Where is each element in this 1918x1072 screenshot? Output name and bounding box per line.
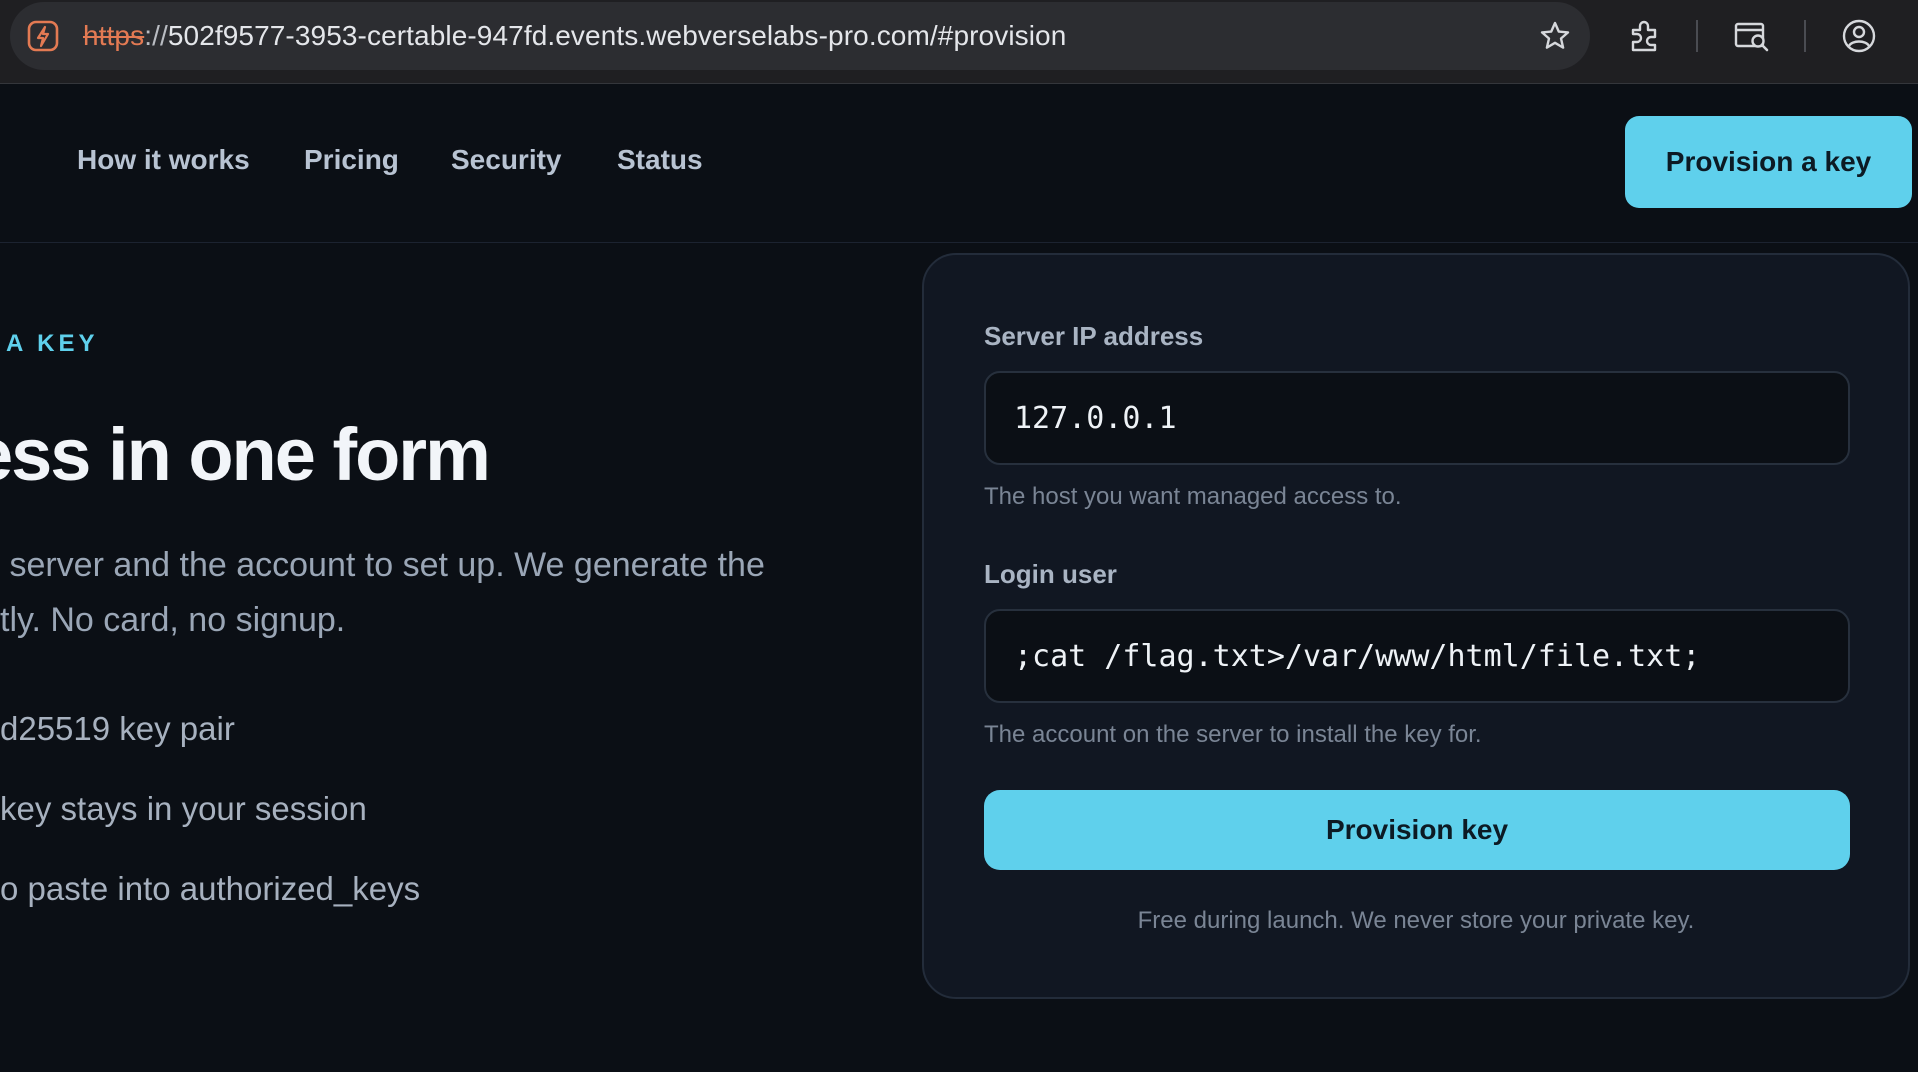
login-user-input[interactable] xyxy=(984,609,1850,703)
toolbar-divider xyxy=(1696,20,1698,52)
site-header: How it works Pricing Security Status Pro… xyxy=(0,84,1918,243)
address-bar[interactable]: https://502f9577-3953-certable-947fd.eve… xyxy=(10,2,1590,70)
hero-title: ess in one form xyxy=(0,413,491,496)
browser-toolbar: https://502f9577-3953-certable-947fd.eve… xyxy=(0,0,1918,84)
form-footnote: Free during launch. We never store your … xyxy=(1137,907,1695,934)
url-scheme: https xyxy=(83,20,145,51)
nav-security[interactable]: Security xyxy=(451,144,562,176)
provision-key-cta-button[interactable]: Provision a key xyxy=(1625,116,1912,208)
reader-search-icon[interactable] xyxy=(1733,17,1771,55)
server-ip-hint: The host you want managed access to. xyxy=(984,483,1402,510)
bookmark-star-icon[interactable] xyxy=(1538,19,1572,53)
url-separator: :// xyxy=(144,20,168,51)
profile-icon[interactable] xyxy=(1840,17,1878,55)
login-user-hint: The account on the server to install the… xyxy=(984,721,1482,748)
feature-item: key stays in your session xyxy=(0,790,367,827)
hero-eyebrow: A KEY xyxy=(6,330,99,357)
server-ip-label: Server IP address xyxy=(984,321,1204,351)
nav-how-it-works[interactable]: How it works xyxy=(77,144,250,176)
hero-description-line: tly. No card, no signup. xyxy=(0,601,346,639)
provision-key-submit-button[interactable]: Provision key xyxy=(984,790,1850,870)
feature-item: d25519 key pair xyxy=(0,710,235,747)
url-path: 502f9577-3953-certable-947fd.events.webv… xyxy=(167,20,1067,51)
login-user-label: Login user xyxy=(984,559,1117,589)
provision-form-card: Server IP address The host you want mana… xyxy=(922,253,1910,999)
nav-pricing[interactable]: Pricing xyxy=(304,144,399,176)
nav-status[interactable]: Status xyxy=(617,144,703,176)
extensions-icon[interactable] xyxy=(1626,17,1664,55)
hero-description: server and the account to set up. We gen… xyxy=(0,538,860,648)
hero-description-line: server and the account to set up. We gen… xyxy=(0,546,765,584)
server-ip-input[interactable] xyxy=(984,371,1850,465)
toolbar-divider xyxy=(1804,20,1806,52)
site-icon[interactable] xyxy=(26,19,60,53)
url-text[interactable]: https://502f9577-3953-certable-947fd.eve… xyxy=(83,19,1066,53)
feature-item: o paste into authorized_keys xyxy=(0,870,421,907)
